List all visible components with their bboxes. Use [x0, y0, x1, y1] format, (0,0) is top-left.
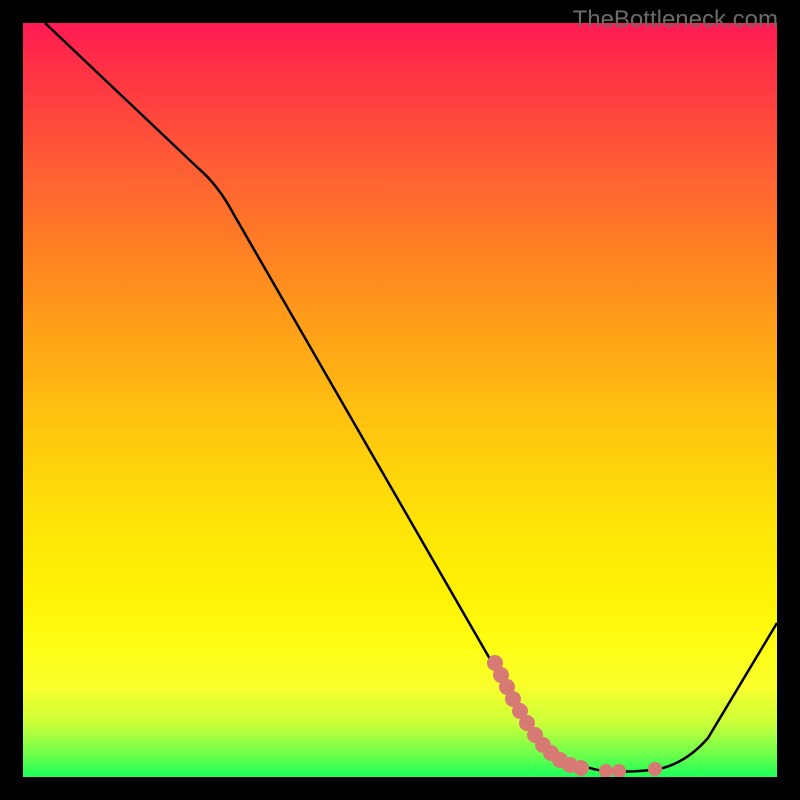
- chart-svg: [23, 23, 777, 777]
- chart-plot-area: [23, 23, 777, 777]
- watermark-text: TheBottleneck.com: [573, 6, 778, 34]
- main-curve-line: [45, 23, 777, 772]
- highlight-band: [487, 655, 662, 777]
